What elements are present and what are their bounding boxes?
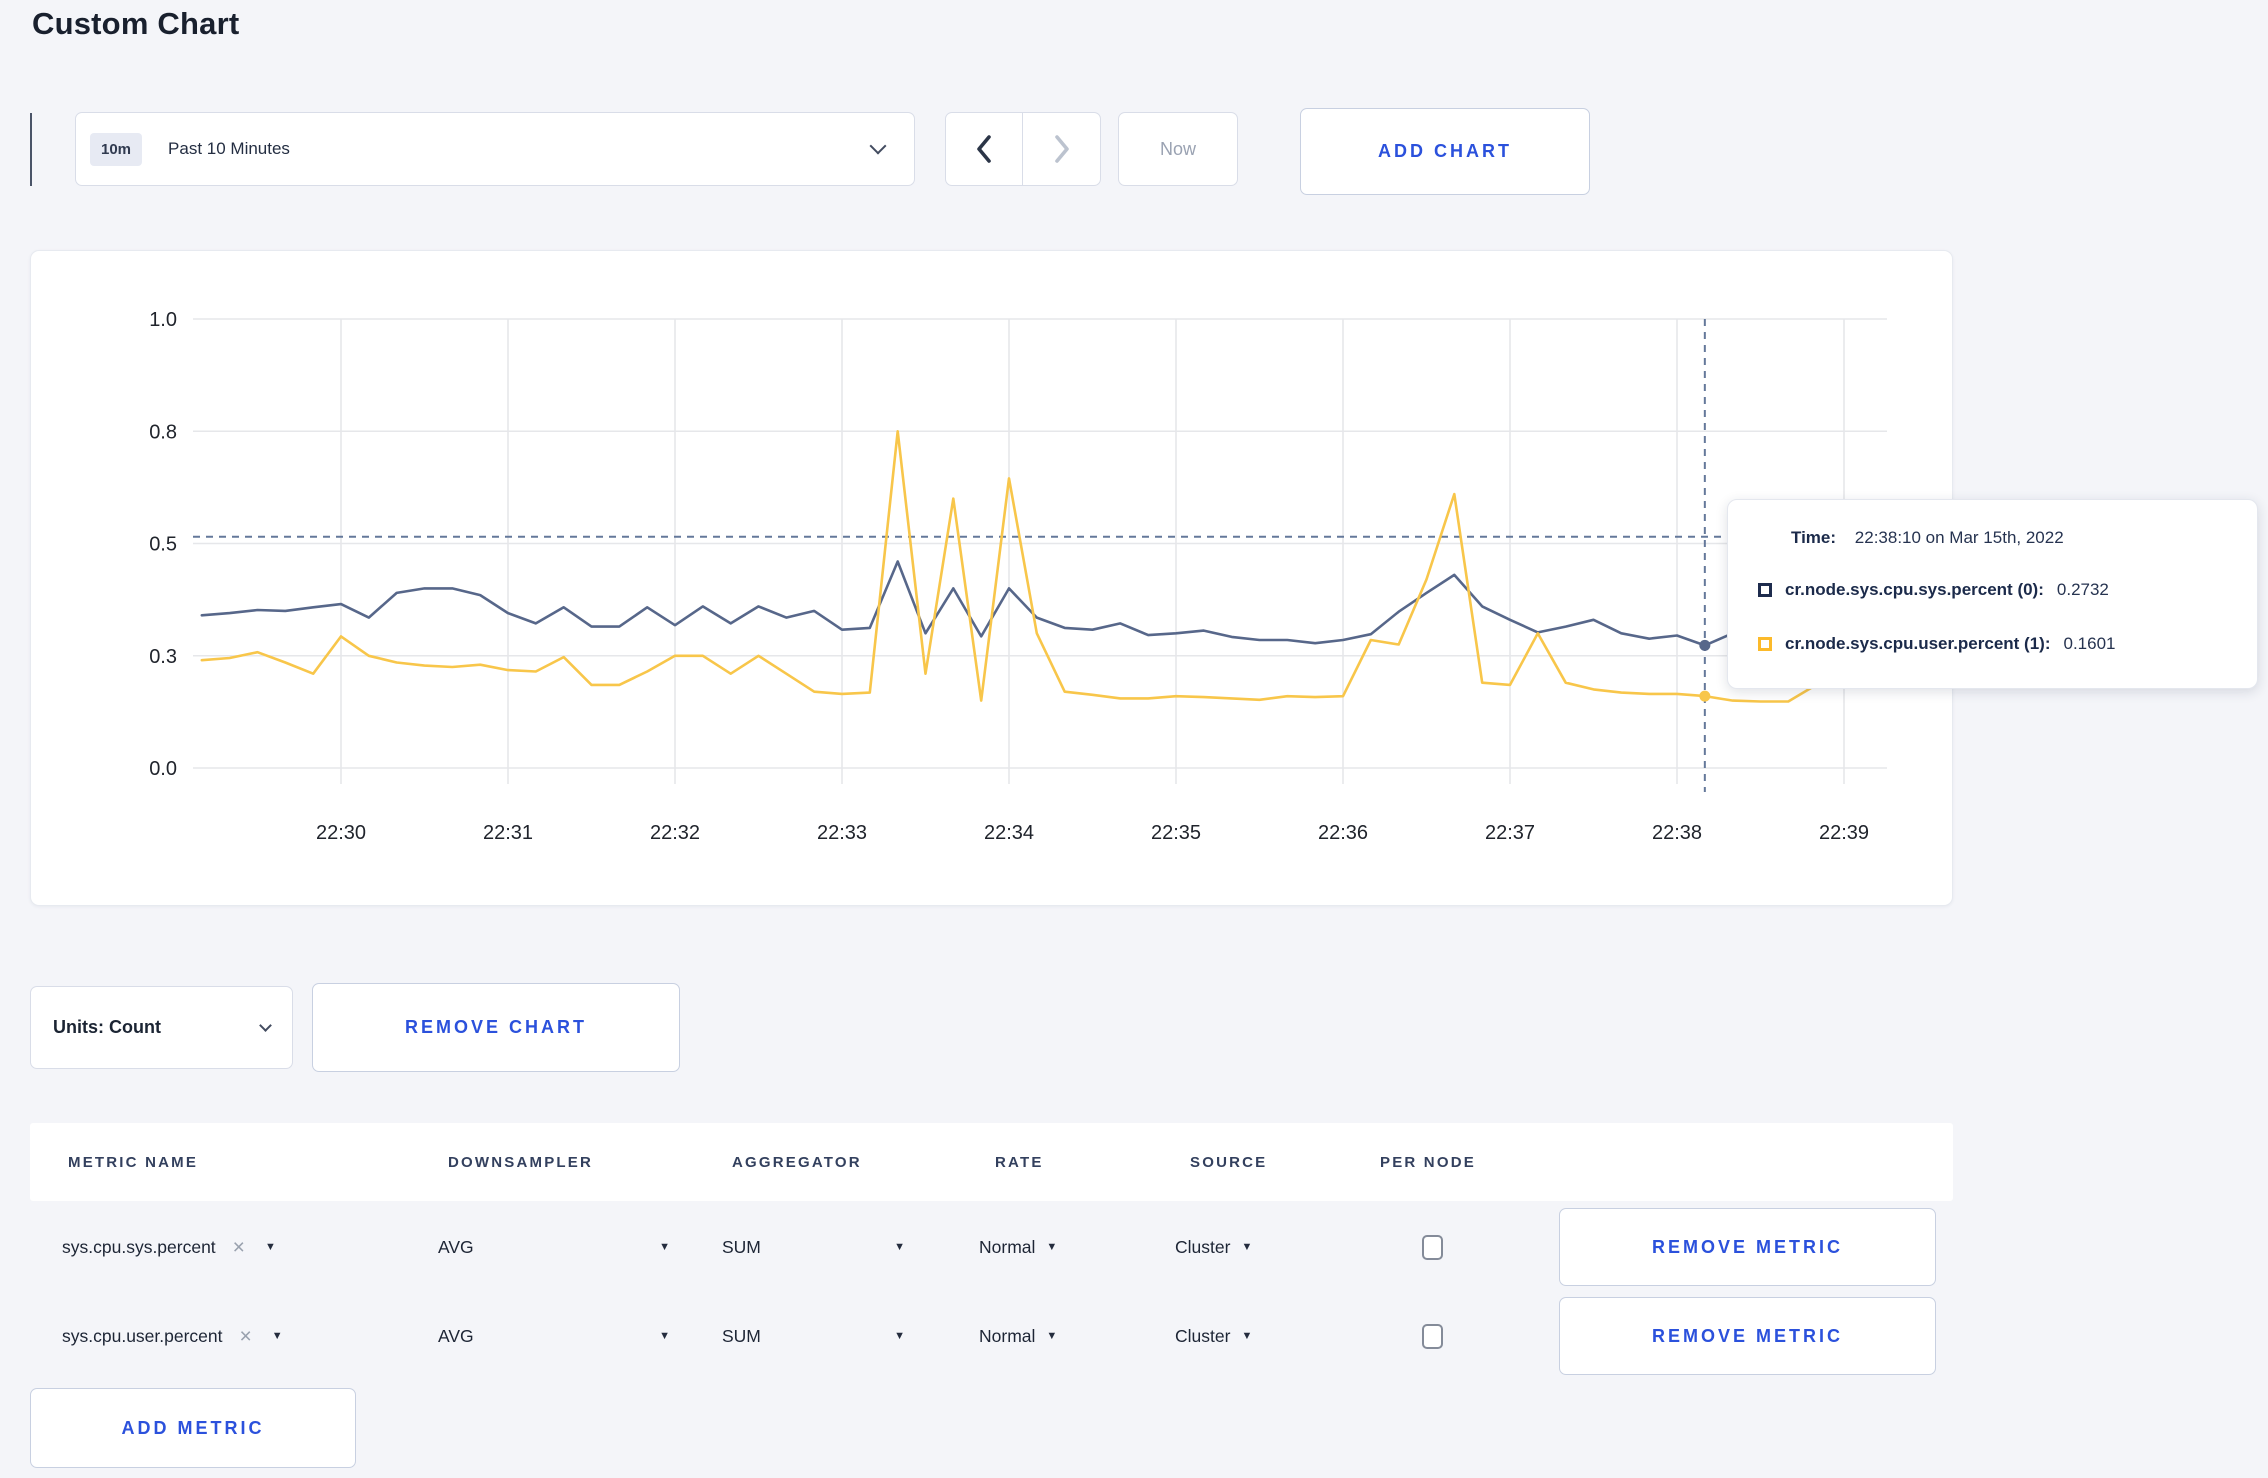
tooltip-series-value: 0.1601 (2063, 634, 2116, 653)
tooltip-series-row: cr.node.sys.cpu.user.percent (1): 0.1601 (1758, 634, 2115, 654)
units-label: Units: Count (53, 1017, 161, 1037)
aggregator-select[interactable]: SUM ▼ (722, 1206, 905, 1288)
chart-tooltip: Time: 22:38:10 on Mar 15th, 2022 cr.node… (1727, 499, 2258, 689)
hover-point-dot (1699, 639, 1711, 651)
remove-metric-button[interactable]: REMOVE METRIC (1559, 1297, 1936, 1375)
chart-card: 0.0 0.3 0.5 0.8 1.0 22:30 22:31 22:32 22:33 22:34… (30, 250, 1953, 906)
y-axis-tick-label: 0.0 (149, 758, 177, 780)
remove-metric-button[interactable]: REMOVE METRIC (1559, 1208, 1936, 1286)
chevron-down-icon (869, 137, 887, 155)
caret-down-icon: ▼ (264, 1240, 276, 1253)
x-axis-tick-label: 22:36 (1318, 822, 1368, 844)
time-pager (945, 112, 1101, 186)
caret-down-icon: ▼ (1046, 1240, 1058, 1253)
previous-range-button[interactable] (946, 113, 1023, 185)
chart-plot-area[interactable]: 0.0 0.3 0.5 0.8 1.0 22:30 22:31 22:32 22:33 22:34… (31, 251, 1954, 907)
remove-metric-x-icon[interactable]: × (233, 1237, 245, 1258)
sys-percent-swatch-icon (1758, 583, 1772, 597)
hover-point-dot (1699, 690, 1711, 702)
per-node-cell (1422, 1295, 1443, 1377)
time-range-badge: 10m (90, 132, 143, 166)
per-node-checkbox[interactable] (1422, 1234, 1443, 1260)
x-axis-tick-label: 22:32 (650, 822, 700, 844)
downsampler-select[interactable]: AVG ▼ (438, 1206, 670, 1288)
aggregator-select[interactable]: SUM ▼ (722, 1295, 905, 1377)
time-range-label: Past 10 Minutes (168, 139, 290, 158)
caret-down-icon: ▼ (1241, 1240, 1253, 1253)
x-axis-tick-label: 22:34 (984, 822, 1034, 844)
tooltip-time-row: Time: 22:38:10 on Mar 15th, 2022 (1791, 528, 2064, 548)
tooltip-series-value: 0.2732 (2056, 580, 2109, 599)
tooltip-series-name: cr.node.sys.cpu.user.percent (1): (1785, 634, 2051, 653)
x-axis-tick-label: 22:30 (316, 822, 366, 844)
toolbar-left-divider (30, 113, 32, 186)
tooltip-series-name: cr.node.sys.cpu.sys.percent (0): (1785, 580, 2044, 599)
downsampler-select[interactable]: AVG ▼ (438, 1295, 670, 1377)
chevron-left-icon (977, 135, 991, 163)
remove-chart-button[interactable]: REMOVE CHART (312, 983, 680, 1072)
x-axis-tick-label: 22:39 (1819, 822, 1869, 844)
next-range-button[interactable] (1023, 113, 1100, 185)
units-dropdown[interactable]: Units: Count (30, 986, 293, 1069)
column-header-rate: RATE (995, 1153, 1044, 1171)
page-title: Custom Chart (32, 6, 240, 41)
x-axis-tick-label: 22:38 (1652, 822, 1702, 844)
caret-down-icon: ▼ (271, 1329, 283, 1342)
chevron-right-icon (1054, 135, 1069, 163)
column-header-source: SOURCE (1190, 1153, 1268, 1171)
tooltip-time-value: 22:38:10 on Mar 15th, 2022 (1854, 528, 2064, 547)
tooltip-series-row: cr.node.sys.cpu.sys.percent (0): 0.2732 (1758, 580, 2109, 600)
column-header-per-node: PER NODE (1380, 1153, 1476, 1171)
x-axis-tick-label: 22:33 (817, 822, 867, 844)
per-node-checkbox[interactable] (1422, 1323, 1443, 1349)
caret-down-icon: ▼ (1241, 1329, 1253, 1342)
x-axis-tick-label: 22:35 (1151, 822, 1201, 844)
column-header-aggregator: AGGREGATOR (732, 1153, 862, 1171)
metric-name-select[interactable]: sys.cpu.user.percent × ▼ (62, 1295, 283, 1377)
add-metric-button[interactable]: ADD METRIC (30, 1388, 356, 1468)
metrics-table-header: METRIC NAME DOWNSAMPLER AGGREGATOR RATE … (30, 1123, 1953, 1201)
y-axis-tick-label: 1.0 (149, 309, 177, 331)
y-axis-tick-label: 0.8 (149, 421, 177, 443)
caret-down-icon: ▼ (659, 1240, 670, 1253)
source-select[interactable]: Cluster ▼ (1175, 1295, 1252, 1377)
metric-row: sys.cpu.user.percent × ▼ AVG ▼ SUM ▼ Nor… (30, 1295, 1953, 1377)
time-range-dropdown[interactable]: 10m Past 10 Minutes (75, 112, 915, 186)
now-button[interactable]: Now (1118, 112, 1238, 186)
y-axis-tick-label: 0.3 (149, 646, 177, 668)
column-header-downsampler: DOWNSAMPLER (448, 1153, 594, 1171)
add-chart-button[interactable]: ADD CHART (1300, 108, 1590, 195)
metric-name-select[interactable]: sys.cpu.sys.percent × ▼ (62, 1206, 276, 1288)
metric-row: sys.cpu.sys.percent × ▼ AVG ▼ SUM ▼ Norm… (30, 1206, 1953, 1288)
series-line (200, 430, 1874, 703)
caret-down-icon: ▼ (1046, 1329, 1058, 1342)
column-header-metric-name: METRIC NAME (68, 1153, 199, 1171)
x-axis-tick-label: 22:37 (1485, 822, 1535, 844)
tooltip-time-label: Time: (1791, 528, 1837, 547)
per-node-cell (1422, 1206, 1443, 1288)
user-percent-swatch-icon (1758, 637, 1772, 651)
rate-select[interactable]: Normal ▼ (979, 1295, 1057, 1377)
rate-select[interactable]: Normal ▼ (979, 1206, 1057, 1288)
x-axis-tick-label: 22:31 (483, 822, 533, 844)
caret-down-icon: ▼ (894, 1240, 905, 1253)
source-select[interactable]: Cluster ▼ (1175, 1206, 1252, 1288)
caret-down-icon: ▼ (894, 1329, 905, 1342)
y-axis-tick-label: 0.5 (149, 534, 177, 556)
remove-metric-x-icon[interactable]: × (240, 1326, 252, 1347)
chevron-down-icon (259, 1019, 272, 1032)
caret-down-icon: ▼ (659, 1329, 670, 1342)
